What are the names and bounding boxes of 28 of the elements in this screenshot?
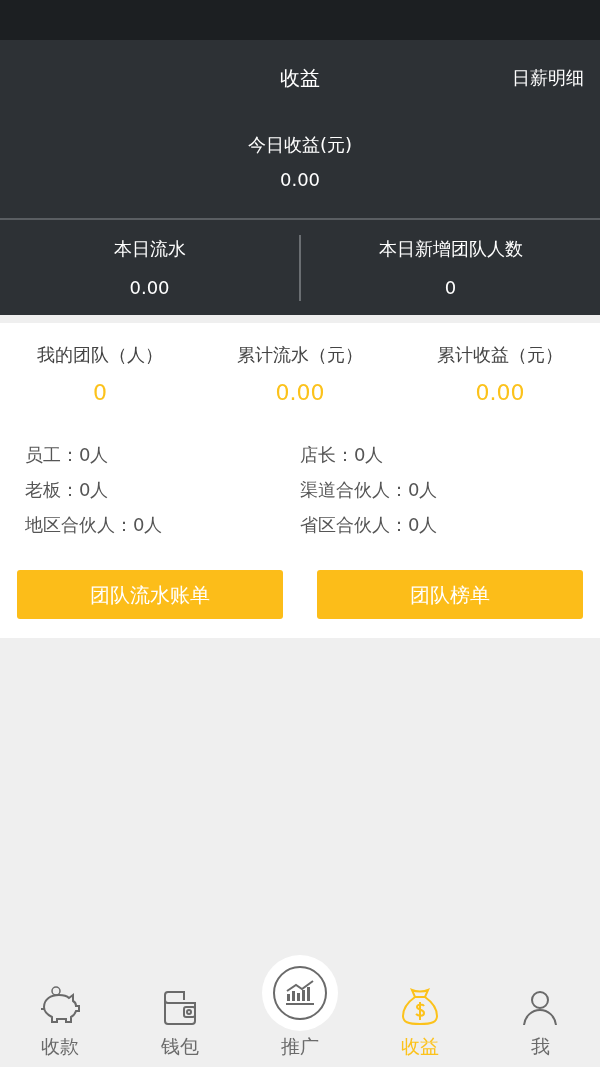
person-icon xyxy=(521,989,559,1027)
daily-salary-link[interactable]: 日薪明细 xyxy=(512,64,584,91)
summary-value: 0.00 xyxy=(275,379,325,407)
role-count: 省区合伙人：0人 xyxy=(300,513,439,536)
summary-label: 我的团队（人） xyxy=(37,343,163,367)
summary-label: 累计收益（元） xyxy=(437,343,563,367)
wallet-icon xyxy=(162,989,198,1027)
nav-tab[interactable]: 钱包 xyxy=(120,975,240,1059)
role-count: 老板：0人 xyxy=(25,478,110,501)
page-title: 收益 xyxy=(280,64,320,92)
role-count: 店长：0人 xyxy=(300,443,385,466)
stat-label: 本日流水 xyxy=(113,236,186,261)
role-count: 渠道合伙人：0人 xyxy=(300,478,439,501)
summary-label: 累计流水（元） xyxy=(237,343,363,367)
nav-tab[interactable]: 我 xyxy=(480,975,600,1059)
money-bag-icon xyxy=(400,987,440,1027)
summary-value: 0 xyxy=(93,379,107,407)
role-count: 地区合伙人：0人 xyxy=(25,513,164,536)
nav-tab[interactable]: 推广 xyxy=(240,955,360,1059)
stat-value: 0 xyxy=(444,275,457,300)
nav-tab[interactable]: 收款 xyxy=(0,975,120,1059)
role-count: 员工：0人 xyxy=(25,443,110,466)
stat-value: 0.00 xyxy=(129,275,170,300)
today-earnings-value: 0.00 xyxy=(279,168,321,192)
stat-label: 本日新增团队人数 xyxy=(378,236,523,261)
summary-value: 0.00 xyxy=(475,379,525,407)
today-earnings-label: 今日收益(元) xyxy=(247,133,352,157)
rising-chart-icon xyxy=(272,965,328,1021)
